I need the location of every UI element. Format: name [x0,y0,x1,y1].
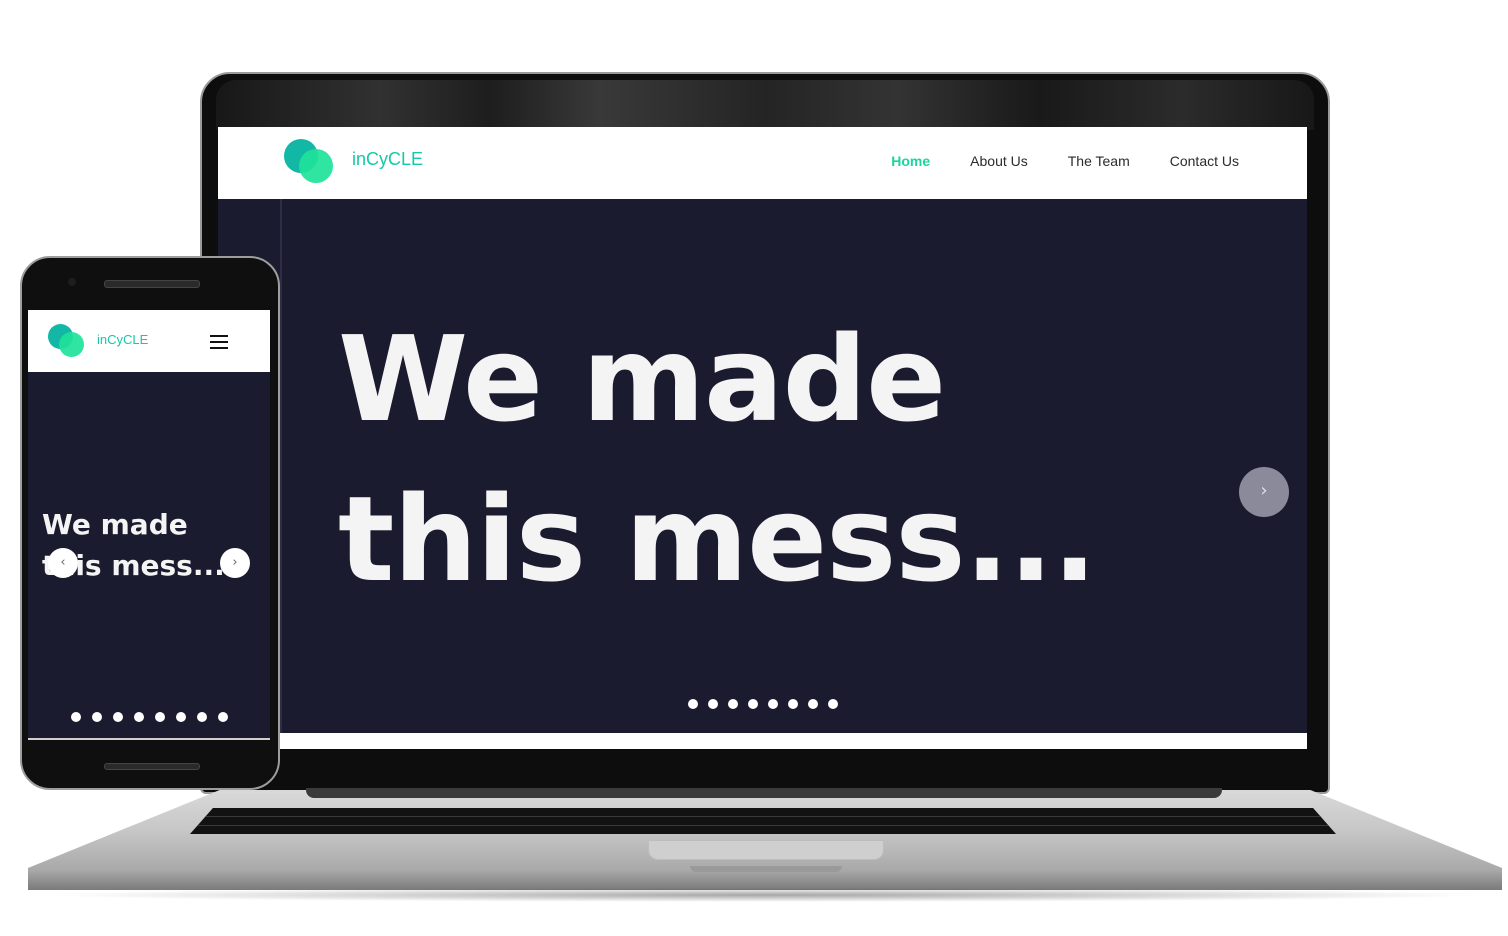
mobile-carousel-next-button[interactable]: › [220,548,250,578]
carousel-dot-6[interactable] [787,699,798,709]
hero-divider [280,199,282,733]
chevron-left-icon: ‹ [60,555,66,570]
laptop-hinge [306,788,1222,798]
mobile-carousel-dot-8[interactable] [217,712,228,722]
laptop-lip [690,866,842,872]
nav-about-us[interactable]: About Us [970,153,1028,169]
hero-title-line-1: We made [338,310,946,448]
carousel-indicators [218,699,1307,709]
section-strip [218,733,1307,749]
carousel-dot-4[interactable] [747,699,758,709]
logo-circles-icon [284,139,336,185]
phone-home-bar [104,763,200,770]
carousel-dot-1[interactable] [687,699,698,709]
carousel-dot-2[interactable] [707,699,718,709]
mobile-header: inCyCLE [28,310,270,372]
mobile-carousel-dot-4[interactable] [133,712,144,722]
hamburger-menu-icon[interactable] [210,335,228,349]
chevron-right-icon: › [1260,480,1268,501]
mobile-carousel-dot-2[interactable] [91,712,102,722]
mobile-carousel-dot-1[interactable] [70,712,81,722]
logo-circles-icon[interactable] [48,324,86,358]
brand-name: inCyCLE [352,148,424,169]
mobile-carousel-dot-5[interactable] [154,712,165,722]
mobile-hero-carousel: We made this mess... ‹ › [28,372,270,740]
mobile-carousel-prev-button[interactable]: ‹ [48,548,78,578]
carousel-next-button[interactable]: › [1239,467,1289,517]
nav-home[interactable]: Home [891,153,930,169]
carousel-dot-3[interactable] [727,699,738,709]
nav-the-team[interactable]: The Team [1068,153,1130,169]
main-nav: Home About Us The Team Contact Us [891,153,1239,169]
phone-screen: inCyCLE We made this mess... ‹ › [28,310,270,740]
mobile-carousel-indicators [28,712,270,722]
laptop-shadow [40,888,1490,902]
laptop-screen: inCyCLE Home About Us The Team Contact U… [218,127,1307,749]
mobile-carousel-dot-7[interactable] [196,712,207,722]
carousel-dot-5[interactable] [767,699,778,709]
mobile-hero-title-line-1: We made [42,508,188,541]
mobile-brand-name[interactable]: inCyCLE [97,332,148,347]
camera-icon [68,278,76,286]
brand-logo[interactable]: inCyCLE [284,139,423,185]
mobile-carousel-dot-6[interactable] [175,712,186,722]
hero-title: We made this mess... [338,299,1158,619]
phone-speaker [104,280,200,288]
mobile-carousel-dot-3[interactable] [112,712,123,722]
site-header: inCyCLE Home About Us The Team Contact U… [218,127,1307,199]
phone-screen-edge [28,738,270,740]
carousel-dot-7[interactable] [807,699,818,709]
nav-contact-us[interactable]: Contact Us [1170,153,1239,169]
hero-carousel: We made this mess... › [218,199,1307,733]
laptop-trackpad [648,840,884,860]
laptop-keyboard [190,808,1336,834]
carousel-dot-8[interactable] [827,699,838,709]
hero-title-line-2: this mess... [338,470,1097,608]
chevron-right-icon: › [232,555,238,570]
lid-reflection [216,80,1314,130]
